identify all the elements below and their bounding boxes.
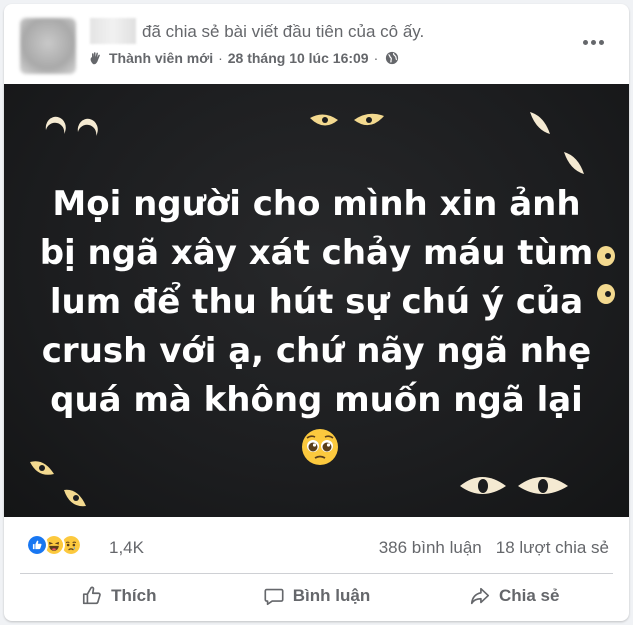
share-count[interactable]: 18 lượt chia sẻ [496, 538, 609, 558]
reaction-count[interactable]: 1,4K [109, 538, 144, 558]
avatar[interactable] [20, 18, 76, 74]
meta-separator-2: · [373, 50, 379, 66]
post-image-caption: Mọi người cho mình xin ảnh bị ngã xây xá… [39, 184, 594, 420]
comment-bubble-icon [264, 588, 284, 606]
reaction-icons[interactable] [26, 532, 82, 558]
eyes-top-right-icon [530, 112, 584, 174]
new-member-wave-icon [90, 52, 100, 65]
eyes-top-left-icon [45, 116, 98, 136]
post-actions: Thích Bình luận Chia sẻ [20, 576, 613, 616]
new-member-badge: Thành viên mới [109, 50, 214, 66]
author-name-blurred[interactable] [90, 18, 136, 44]
share-arrow-icon [470, 587, 490, 605]
post-image[interactable]: Mọi người cho mình xin ảnh bị ngã xây xá… [4, 84, 629, 517]
post-meta: Thành viên mới · 28 tháng 10 lúc 16:09 · [88, 50, 399, 66]
divider [20, 573, 613, 574]
globe-icon[interactable] [385, 51, 399, 65]
post-timestamp[interactable]: 28 tháng 10 lúc 16:09 [228, 50, 369, 66]
comment-label: Bình luận [292, 586, 371, 605]
post-action-text: đã chia sẻ bài viết đầu tiên của cô ấy. [142, 22, 425, 41]
dot-icon [582, 39, 588, 45]
share-button[interactable]: Chia sẻ [415, 576, 613, 616]
more-options-button[interactable] [579, 32, 607, 52]
engagement-counts: 386 bình luận 18 lượt chia sẻ [379, 538, 609, 558]
thumbs-up-icon [83, 586, 101, 605]
dot-icon [598, 39, 604, 45]
dot-icon [590, 39, 596, 45]
comment-button[interactable]: Bình luận [218, 576, 416, 616]
eyes-top-center-icon [310, 113, 384, 126]
like-label: Thích [111, 586, 157, 605]
post-image-text: Mọi người cho mình xin ảnh bị ngã xây xá… [34, 180, 599, 474]
share-label: Chia sẻ [498, 586, 560, 605]
post-header: đã chia sẻ bài viết đầu tiên của cô ấy. … [4, 4, 629, 84]
pleading-face-icon [301, 429, 338, 465]
post-stats: 1,4K 386 bình luận 18 lượt chia sẻ [4, 528, 629, 562]
like-icon [26, 534, 48, 556]
meta-separator: · [218, 50, 223, 66]
post-card: đã chia sẻ bài viết đầu tiên của cô ấy. … [4, 4, 629, 621]
comment-count[interactable]: 386 bình luận [379, 538, 482, 558]
like-button[interactable]: Thích [20, 576, 218, 616]
